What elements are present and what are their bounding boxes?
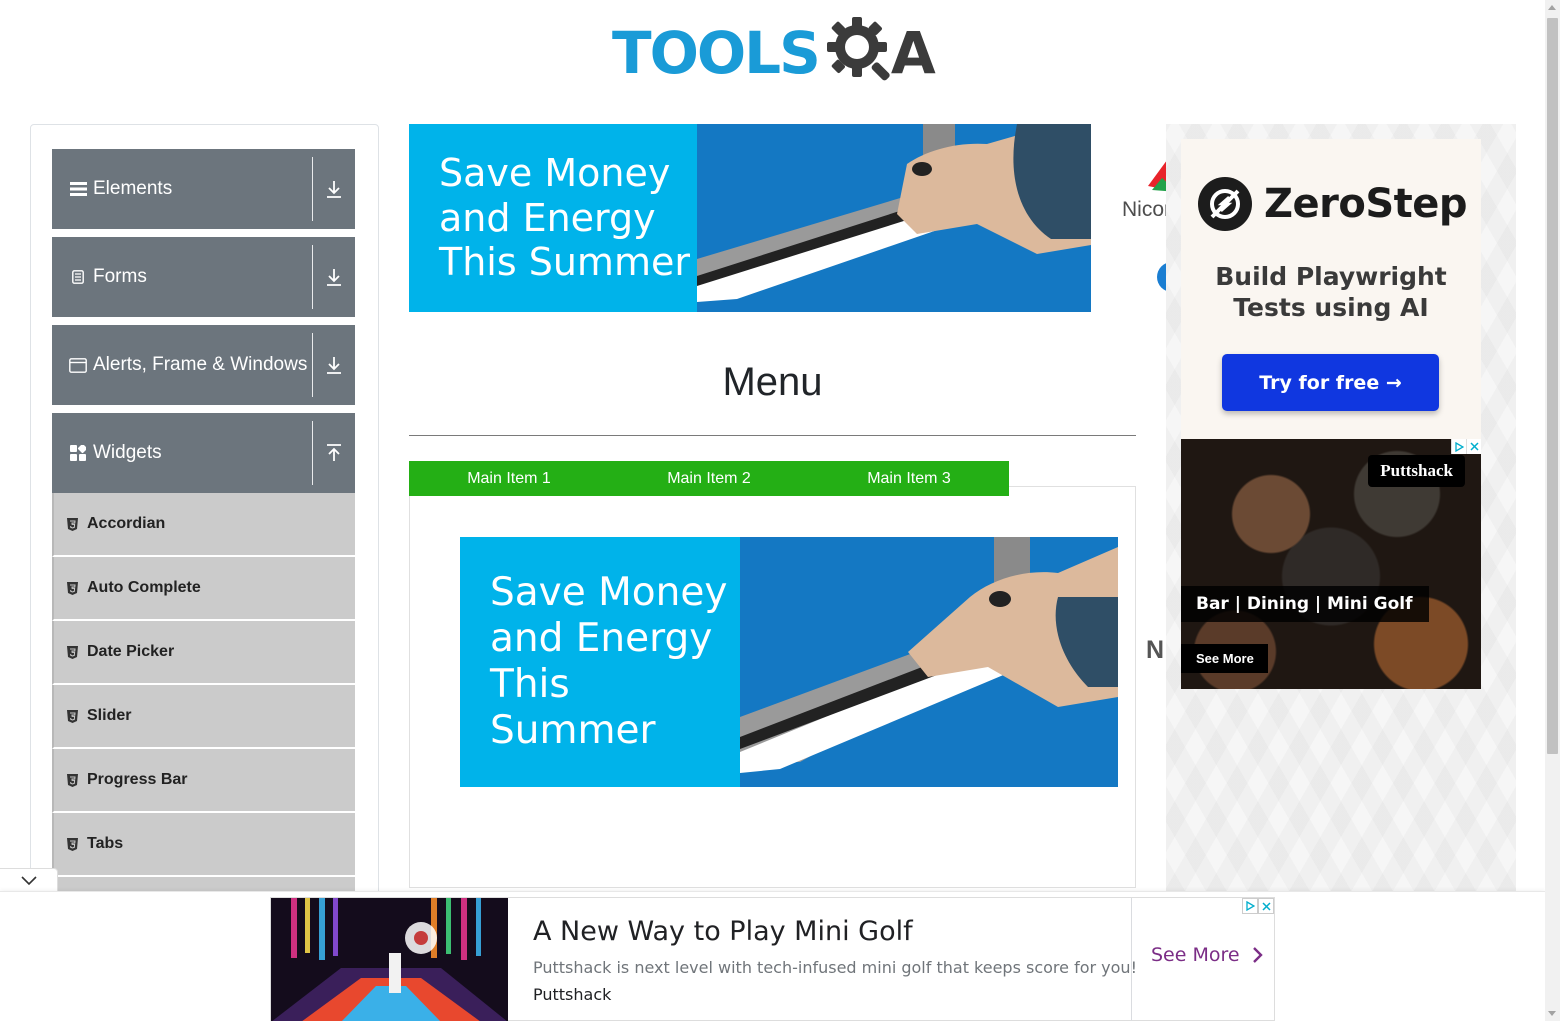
- divider: [312, 245, 313, 309]
- tagline-line-2: Tests using AI: [1233, 293, 1429, 322]
- banner-line: Save Money: [490, 569, 728, 615]
- banner-ad-top[interactable]: Save Money and Energy This Summer: [409, 124, 1091, 312]
- gear-magnifier-icon: [823, 13, 895, 94]
- ad-description: Puttshack is next level with tech-infuse…: [533, 958, 1137, 977]
- left-panel: Elements Forms Alerts, Frame & Windows W…: [30, 124, 379, 904]
- menu-item-date-picker[interactable]: Date Picker: [52, 621, 355, 685]
- menu-item-tabs[interactable]: Tabs: [52, 813, 355, 877]
- zerostep-brand: ZeroStep: [1264, 181, 1468, 227]
- puttshack-side-ad[interactable]: Puttshack Bar | Dining | Mini Golf See M…: [1181, 439, 1481, 689]
- download-icon[interactable]: [313, 180, 355, 198]
- close-icon[interactable]: [1466, 439, 1481, 454]
- scroll-thumb[interactable]: [1547, 18, 1558, 754]
- heading-divider: [409, 435, 1136, 436]
- see-more-link[interactable]: See More: [1151, 944, 1263, 966]
- banner-illustration: [740, 537, 1118, 787]
- ad-advertiser: Puttshack: [533, 985, 612, 1004]
- mini-golf-photo: [271, 898, 508, 1021]
- see-more-label: See More: [1151, 944, 1240, 966]
- group-title: Widgets: [93, 442, 162, 463]
- divider: [312, 333, 313, 397]
- html5-icon: [67, 581, 79, 595]
- menu-nav-bar: Main Item 1 Main Item 2 Main Item 3: [409, 461, 1009, 496]
- html5-icon: [67, 837, 79, 851]
- zerostep-logo: ZeroStep: [1198, 177, 1468, 231]
- list-icon: [69, 182, 87, 196]
- document-icon: [69, 270, 87, 284]
- upload-icon[interactable]: [313, 444, 355, 462]
- chevron-down-icon: [20, 873, 37, 891]
- ad-divider: [1131, 898, 1132, 1021]
- banner-line: and Energy: [439, 195, 656, 240]
- window-icon: [69, 357, 87, 373]
- group-elements[interactable]: Elements: [52, 149, 355, 229]
- zerostep-ad[interactable]: ZeroStep Build Playwright Tests using AI…: [1181, 139, 1481, 439]
- n-text-peek: N: [1146, 636, 1165, 664]
- menu-item-label: Auto Complete: [87, 579, 201, 596]
- banner-text: Save Money and Energy This Summer: [460, 537, 740, 787]
- page-scrollbar[interactable]: [1545, 0, 1560, 1021]
- group-title: Forms: [93, 266, 147, 287]
- html5-icon: [67, 773, 79, 787]
- banner-ad-middle[interactable]: Save Money and Energy This Summer: [460, 537, 1118, 787]
- adchoices-icon[interactable]: [1242, 898, 1258, 914]
- menu-item-label: Slider: [87, 707, 132, 724]
- scroll-up-arrow-icon[interactable]: [1548, 5, 1556, 10]
- page-title: Menu: [722, 360, 823, 404]
- ad-title[interactable]: A New Way to Play Mini Golf: [533, 916, 913, 947]
- html5-icon: [67, 517, 79, 531]
- download-icon[interactable]: [313, 268, 355, 286]
- tagline-line-1: Build Playwright: [1215, 262, 1447, 291]
- menu-item-label: Progress Bar: [87, 771, 188, 788]
- try-for-free-button[interactable]: Try for free →: [1222, 354, 1439, 411]
- puttshack-tagline: Bar | Dining | Mini Golf: [1181, 586, 1429, 622]
- group-title: Elements: [93, 178, 173, 199]
- banner-line: Save Money: [439, 150, 671, 195]
- ad-choices[interactable]: [1451, 439, 1481, 454]
- menu-item-slider[interactable]: Slider: [52, 685, 355, 749]
- nav-main-item-2[interactable]: Main Item 2: [609, 461, 809, 496]
- chevron-right-icon: [1252, 946, 1263, 964]
- zerostep-icon: [1198, 177, 1252, 231]
- ad-controls[interactable]: [1242, 898, 1274, 914]
- close-icon[interactable]: [1258, 898, 1274, 914]
- zerostep-tagline: Build Playwright Tests using AI: [1181, 261, 1481, 323]
- widgets-menu-list: Accordian Auto Complete Date Picker Slid…: [52, 493, 355, 903]
- nav-main-item-1[interactable]: Main Item 1: [409, 461, 609, 496]
- logo-text: TOOLS: [612, 19, 821, 87]
- toolsqa-logo[interactable]: TOOLS A: [612, 14, 938, 92]
- see-more-button[interactable]: See More: [1181, 644, 1268, 673]
- download-icon[interactable]: [313, 356, 355, 374]
- scroll-down-arrow-icon[interactable]: [1548, 1011, 1556, 1016]
- adchoices-icon[interactable]: [1451, 439, 1466, 454]
- group-alerts-frame-windows[interactable]: Alerts, Frame & Windows: [52, 325, 355, 405]
- menu-item-label: Accordian: [87, 515, 166, 532]
- menu-item-auto-complete[interactable]: Auto Complete: [52, 557, 355, 621]
- banner-illustration: [697, 124, 1091, 312]
- bottom-ad[interactable]: A New Way to Play Mini Golf Puttshack is…: [270, 897, 1275, 1021]
- banner-line: This Summer: [439, 240, 690, 285]
- group-forms[interactable]: Forms: [52, 237, 355, 317]
- banner-line: and Energy: [490, 615, 713, 661]
- group-title: Alerts, Frame & Windows: [93, 354, 308, 375]
- menu-item-accordian[interactable]: Accordian: [52, 493, 355, 557]
- divider: [312, 157, 313, 221]
- widgets-icon: [69, 445, 87, 461]
- banner-text: Save Money and Energy This Summer: [409, 124, 697, 312]
- menu-item-label: Date Picker: [87, 643, 175, 660]
- menu-item-progress-bar[interactable]: Progress Bar: [52, 749, 355, 813]
- banner-line: This Summer: [490, 662, 656, 754]
- group-widgets[interactable]: Widgets: [52, 413, 355, 493]
- html5-icon: [67, 709, 79, 723]
- divider: [312, 421, 313, 485]
- nav-main-item-3[interactable]: Main Item 3: [809, 461, 1009, 496]
- nicon-text: Nicor: [1122, 198, 1172, 221]
- menu-item-label: Tabs: [87, 835, 124, 852]
- logo-suffix: A: [890, 19, 936, 87]
- html5-icon: [67, 645, 79, 659]
- puttshack-logo: Puttshack: [1368, 455, 1465, 487]
